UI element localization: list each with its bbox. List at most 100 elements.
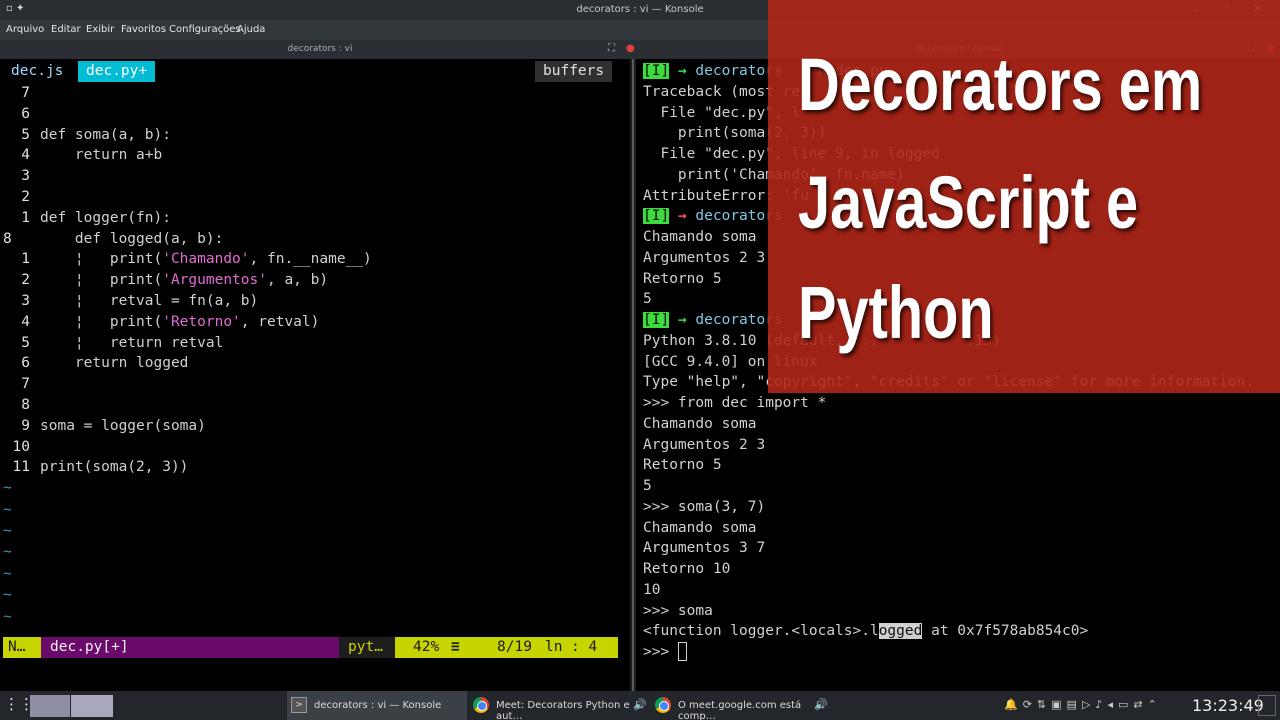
terminal-cursor <box>678 642 687 661</box>
vim-editor-pane[interactable]: dec.js dec.py+ buffers 7 6 5 def soma(a, b)… <box>0 59 630 691</box>
media-icon[interactable]: ▷ <box>1082 698 1095 711</box>
tab-dec-js[interactable]: dec.js <box>3 61 71 82</box>
terminal-line: Chamando soma <box>643 519 757 536</box>
desktop-1[interactable] <box>30 695 70 717</box>
close-pane-icon[interactable]: ● <box>626 43 635 54</box>
vim-tabline: dec.js dec.py+ buffers <box>0 61 625 82</box>
maximize-icon[interactable]: ⛶ <box>608 43 615 54</box>
code-line[interactable]: 7 <box>0 83 40 104</box>
terminal-line: Chamando soma <box>643 415 757 432</box>
clock[interactable]: 13:23:49 <box>1192 696 1264 720</box>
menu-configuracoes[interactable]: Configurações <box>169 24 241 35</box>
code-line[interactable]: 3 ¦ retval = fn(a, b) <box>0 291 258 312</box>
terminal-line: 10 <box>643 581 661 598</box>
code-line[interactable]: 5 def soma(a, b): <box>0 125 171 146</box>
network-icon[interactable]: ⇅ <box>1037 698 1051 711</box>
code-line[interactable]: 4 return a+b <box>0 145 162 166</box>
terminal-line: >>> soma(3, 7) <box>643 498 766 515</box>
sync-icon[interactable]: ⇄ <box>1133 698 1147 711</box>
line-number: 3 <box>21 168 30 185</box>
code-text: return logged <box>40 355 189 372</box>
code-line[interactable]: 6 <box>0 104 40 125</box>
konsole-icon: > <box>291 697 307 713</box>
clipboard-icon[interactable]: ▤ <box>1067 698 1082 711</box>
camera-icon[interactable]: ▣ <box>1051 698 1066 711</box>
menu-exibir[interactable]: Exibir <box>86 24 114 35</box>
line-number: 2 <box>21 272 30 289</box>
terminal-line: >>> <box>643 644 678 660</box>
code-text: def soma(a, b): <box>40 126 171 143</box>
terminal-line: Argumentos 2 3 <box>643 436 766 453</box>
empty-line-marker: ~ <box>3 565 12 582</box>
task-konsole[interactable]: > decorators : vi — Konsole <box>287 691 467 720</box>
empty-line-marker: ~ <box>3 544 12 561</box>
title-banner: Decorators em JavaScript e Python <box>768 0 1280 393</box>
code-line[interactable]: 3 <box>0 166 40 187</box>
code-line[interactable]: 11 print(soma(2, 3)) <box>0 457 189 478</box>
code-line[interactable]: 8 def logged(a, b): <box>0 229 223 250</box>
code-line[interactable]: 10 <box>0 437 40 458</box>
task-meet[interactable]: Meet: Decorators Python e aut… 🔊 <box>469 691 651 720</box>
terminal-line: Argumentos 2 3 <box>643 249 766 266</box>
menu-arquivo[interactable]: Arquivo <box>6 24 44 35</box>
code-line[interactable]: 9 soma = logger(soma) <box>0 416 206 437</box>
status-filetype: pyt… <box>339 637 395 658</box>
line-number: 6 <box>21 355 30 372</box>
code-line[interactable]: 2 <box>0 187 40 208</box>
speaker-icon: 🔊 <box>814 698 828 711</box>
terminal-line: Retorno 5 <box>643 270 722 287</box>
show-desktop-button[interactable] <box>1258 695 1276 716</box>
volume-icon[interactable]: ◂ <box>1107 698 1118 711</box>
code-line[interactable]: 4 ¦ print('Retorno', retval) <box>0 312 319 333</box>
terminal-line: <function logger.<locals>.logged at 0x7f… <box>643 623 1089 640</box>
code-line[interactable]: 5 ¦ return retval <box>0 333 223 354</box>
app-launcher-icon[interactable]: ⋮⋮⋮ <box>4 695 49 720</box>
code-text: return a+b <box>40 147 163 164</box>
code-text: ¦ print('Retorno', retval) <box>40 313 320 330</box>
code-line[interactable]: 2 ¦ print('Argumentos', a, b) <box>0 270 328 291</box>
status-position: 8/19 <box>497 639 532 655</box>
update-icon[interactable]: ⟳ <box>1023 698 1037 711</box>
task-meet-share[interactable]: O meet.google.com está comp… 🔊 <box>651 691 831 720</box>
terminal-line: [I] → decorators <box>643 312 783 328</box>
taskbar: ⋮⋮⋮ > decorators : vi — Konsole Meet: De… <box>0 691 1280 720</box>
line-number: 5 <box>21 334 30 351</box>
line-number: 3 <box>21 293 30 309</box>
code-text: ¦ return retval <box>40 334 224 351</box>
line-number: 4 <box>21 147 30 164</box>
menu-editar[interactable]: Editar <box>51 24 81 35</box>
line-number: 9 <box>21 417 30 434</box>
empty-line-marker: ~ <box>3 608 12 625</box>
task-meet-label: Meet: Decorators Python e aut… <box>496 700 630 720</box>
system-tray[interactable]: 🔔⟳⇅▣▤▷♪◂▭⇄⌃ <box>1004 698 1190 720</box>
speaker-icon: 🔊 <box>633 698 647 711</box>
task-meet-share-label: O meet.google.com está comp… <box>678 700 802 720</box>
line-number: 4 <box>21 313 30 330</box>
line-number: 10 <box>12 438 30 455</box>
buffers-label: buffers <box>535 61 613 82</box>
code-line[interactable]: 1 def logger(fn): <box>0 208 171 229</box>
code-text: def logger(fn): <box>40 209 171 226</box>
notification-icon[interactable]: 🔔 <box>1004 698 1023 711</box>
menu-favoritos[interactable]: Favoritos <box>121 24 166 35</box>
code-text: def logged(a, b): <box>40 230 224 247</box>
status-menu-icon: ≡ <box>451 639 460 655</box>
display-icon[interactable]: ▭ <box>1118 698 1133 711</box>
code-line[interactable]: 7 <box>0 374 40 395</box>
terminal-line: >>> soma <box>643 602 713 619</box>
desktop-2[interactable] <box>71 695 113 717</box>
line-number: 2 <box>21 189 30 205</box>
tab-dec-py[interactable]: dec.py+ <box>78 61 156 82</box>
code-line[interactable]: 1 ¦ print('Chamando', fn.__name__) <box>0 249 371 270</box>
code-line[interactable]: 8 <box>0 395 40 416</box>
code-text: soma = logger(soma) <box>40 417 206 434</box>
status-percent: 42% <box>413 639 440 655</box>
mic-icon[interactable]: ♪ <box>1095 698 1107 711</box>
status-mode: N… <box>3 637 41 658</box>
expand-tray-icon[interactable]: ⌃ <box>1148 698 1162 711</box>
code-line[interactable]: 6 return logged <box>0 353 188 374</box>
empty-line-marker: ~ <box>3 587 12 604</box>
status-filename: dec.py[+] <box>41 637 339 658</box>
status-right-segment: 42% ≡ 8/19 ln : 4 <box>395 637 618 658</box>
menu-ajuda[interactable]: Ajuda <box>237 24 265 35</box>
